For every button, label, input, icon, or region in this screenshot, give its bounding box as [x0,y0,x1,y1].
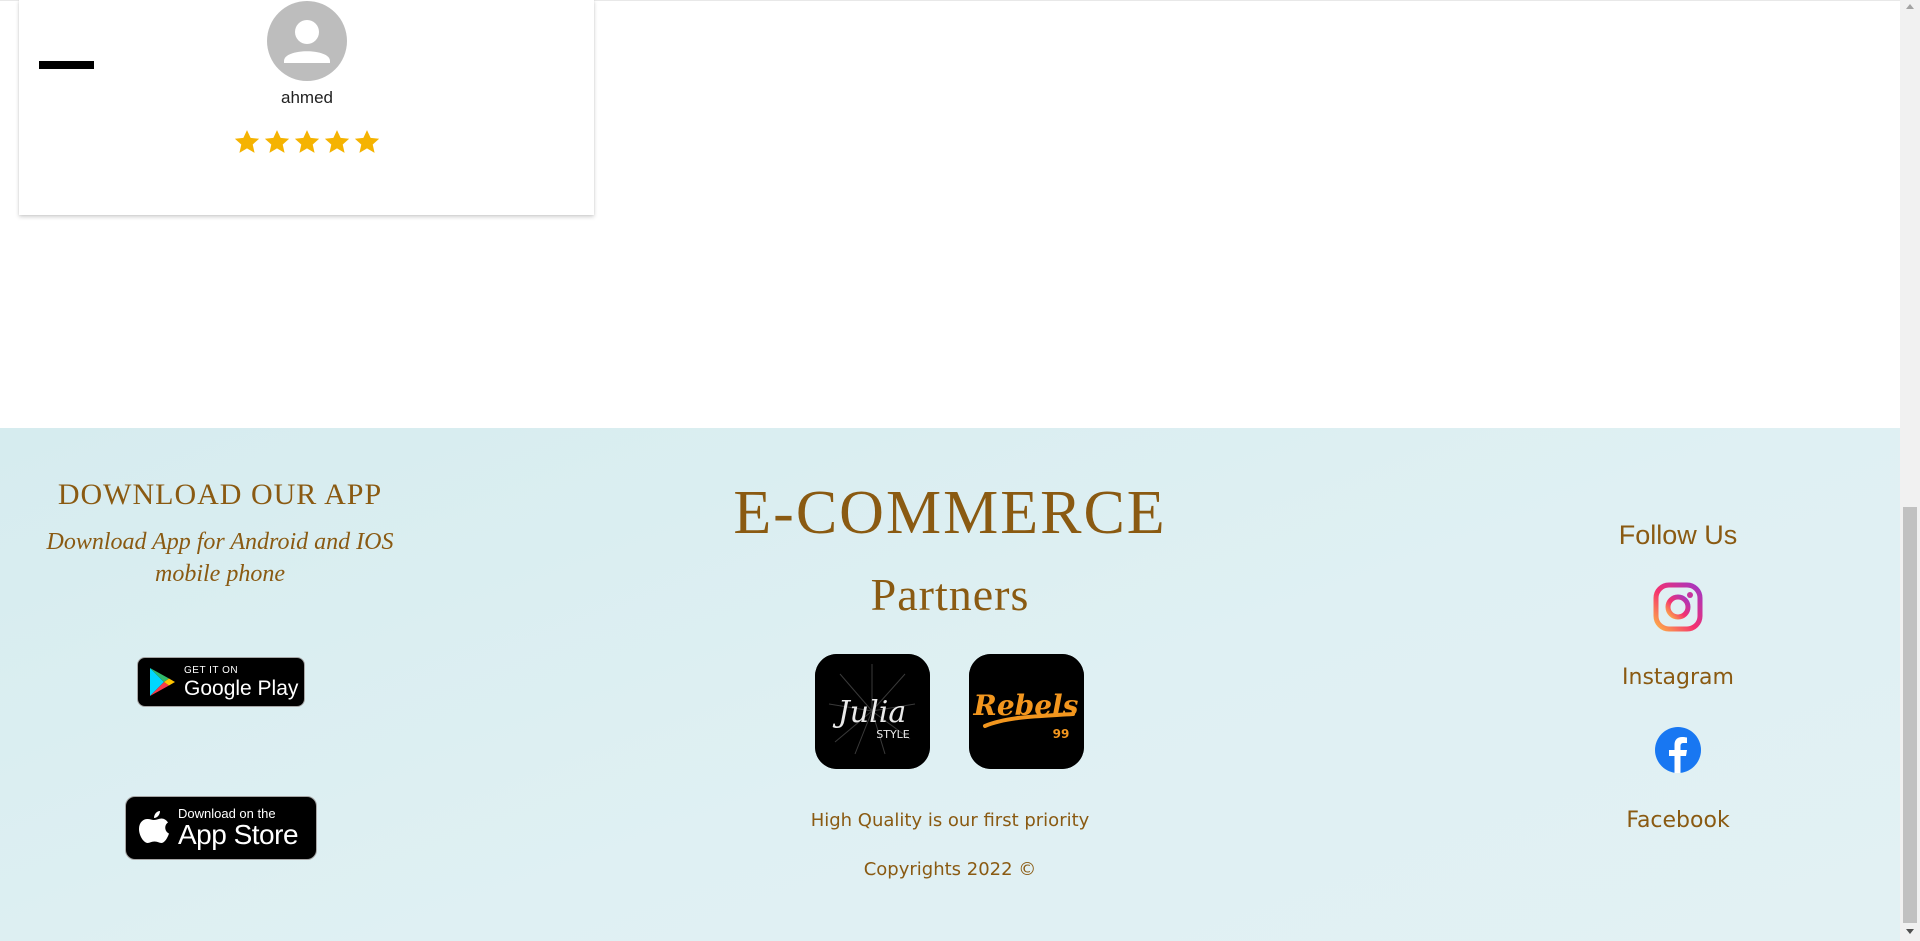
facebook-icon[interactable] [1653,725,1703,775]
download-app-title: DOWNLOAD OUR APP [57,478,383,511]
partner-sub-rebels: 99 [1053,727,1070,741]
facebook-link[interactable]: Facebook [1578,808,1778,833]
download-app-subtitle: Download App for Android and IOS mobile … [46,529,394,587]
copyright: Copyrights 2022 © [863,859,1037,880]
star-icon [294,130,320,153]
google-play-big-text: Google Play [184,676,299,700]
footer: DOWNLOAD OUR APP Download App for Androi… [0,428,1900,941]
rebels-99-logo-icon: Rebels 99 [969,654,1084,769]
review-dash-marker [39,61,94,69]
tagline: High Quality is our first priority [810,810,1090,831]
star-icon [234,130,260,153]
star-icon [354,130,380,153]
google-play-icon [150,668,175,696]
user-avatar-icon [284,20,330,63]
follow-us-title: Follow Us [1618,520,1738,550]
partner-logo-rebels[interactable]: Rebels 99 [969,654,1084,769]
reviewer-name: ahmed [281,88,333,107]
julia-style-logo-icon: Julia STYLE [815,654,930,769]
brand-title: E-COMMERCE [733,479,1167,547]
partner-name-julia: Julia [832,695,906,730]
app-store-big-text: App Store [178,819,299,850]
scrollbar-thumb[interactable] [1903,507,1917,923]
app-store-badge[interactable]: Download on the App Store [125,796,317,860]
rating-stars [232,128,382,156]
review-card: ahmed [19,0,594,215]
apple-icon [139,811,169,843]
star-icon [324,130,350,153]
instagram-link[interactable]: Instagram [1578,665,1778,690]
google-play-small-text: GET IT ON [184,664,239,676]
partner-logo-julia[interactable]: Julia STYLE [815,654,930,769]
avatar [267,1,347,81]
scroll-down-icon[interactable] [1906,929,1914,934]
partners-title: Partners [870,569,1030,620]
instagram-icon[interactable] [1653,582,1703,632]
star-icon [264,130,290,153]
google-play-badge[interactable]: GET IT ON Google Play [137,657,305,707]
scroll-up-icon[interactable] [1906,4,1914,9]
partner-sub-julia: STYLE [876,728,910,741]
